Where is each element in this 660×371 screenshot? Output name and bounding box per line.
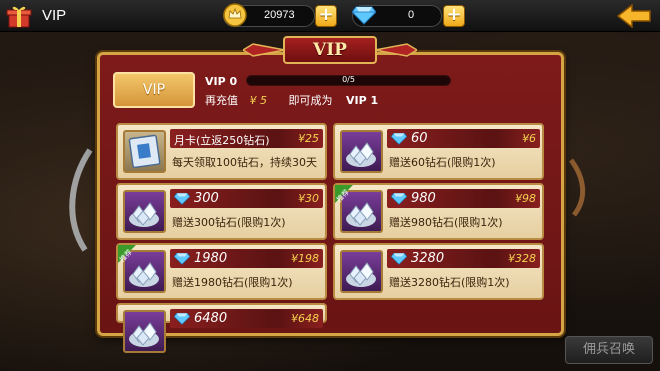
item-price: ¥198 — [291, 252, 319, 265]
add-diamond-button[interactable]: + — [443, 5, 465, 27]
item-header: 1980 ¥198 — [170, 249, 323, 268]
target-vip-level: VIP 1 — [346, 94, 379, 107]
vip-progress-text: 0/5 — [342, 75, 355, 84]
diamond-pile-icon — [123, 190, 166, 233]
gold-value: 20973 — [264, 9, 295, 21]
title-wing-left — [243, 43, 285, 57]
recharge-item-card[interactable]: 60 ¥6 赠送60钻石(限购1次) — [333, 123, 544, 180]
recharge-label: 再充值 — [205, 94, 238, 107]
current-vip-level: VIP 0 — [205, 75, 238, 88]
item-header: 6480 ¥648 — [170, 309, 323, 328]
item-price: ¥25 — [298, 132, 319, 145]
diamond-value: 0 — [408, 9, 415, 21]
vip-panel: VIP VIP 0 0/5 再充值 ¥ 5 即可成为 VIP 1 月卡(立返25… — [97, 52, 564, 353]
top-bar: VIP 20973 + 0 + — [0, 0, 660, 32]
item-description: 每天领取100钻石，持续30天 — [172, 156, 317, 169]
item-title: 60 — [411, 131, 428, 146]
mercenary-summon-button[interactable]: 佣兵召唤 — [565, 336, 653, 364]
item-price: ¥328 — [508, 252, 536, 265]
item-header: 3280 ¥328 — [387, 249, 540, 268]
diamond-icon — [174, 252, 190, 265]
item-title: 3280 — [411, 251, 445, 266]
month-card-icon — [123, 130, 166, 173]
gift-box-icon[interactable] — [6, 4, 32, 28]
item-description: 赠送980钻石(限购1次) — [389, 216, 503, 229]
item-price: ¥6 — [522, 132, 536, 145]
panel-title: VIP — [283, 36, 377, 64]
diamond-icon — [352, 6, 376, 25]
recharge-item-card[interactable]: 3280 ¥328 赠送3280钻石(限购1次) — [333, 243, 544, 300]
recharge-item-card[interactable]: 推荐 980 ¥98 赠送980钻石(限购1次) — [333, 183, 544, 240]
vip-progress-bar: 0/5 — [246, 75, 451, 86]
item-description: 赠送60钻石(限购1次) — [389, 156, 496, 169]
diamond-pile-icon — [340, 130, 383, 173]
add-gold-button[interactable]: + — [315, 5, 337, 27]
item-title: 6480 — [194, 311, 228, 326]
recommend-tag: 推荐 — [118, 245, 144, 271]
item-title: 980 — [411, 191, 436, 206]
diamond-icon — [174, 312, 190, 325]
side-decoration-left — [69, 148, 93, 252]
vip-badge: VIP — [113, 72, 195, 108]
item-title: 300 — [194, 191, 219, 206]
item-header: 60 ¥6 — [387, 129, 540, 148]
item-header: 300 ¥30 — [170, 189, 323, 208]
item-title: 1980 — [194, 251, 228, 266]
diamond-icon — [174, 192, 190, 205]
item-title: 月卡(立返250钻石) — [174, 134, 270, 147]
item-price: ¥98 — [515, 192, 536, 205]
back-arrow-icon[interactable] — [616, 4, 652, 28]
recharge-amount: ¥ 5 — [249, 94, 268, 107]
crown-coin-icon — [223, 3, 247, 27]
diamond-pile-icon — [340, 250, 383, 293]
recharge-hint: 再充值 ¥ 5 即可成为 VIP 1 — [205, 92, 386, 108]
item-description: 赠送3280钻石(限购1次) — [389, 276, 510, 289]
become-label: 即可成为 — [288, 94, 333, 107]
side-decoration-right — [568, 158, 586, 217]
recommend-tag: 推荐 — [335, 185, 361, 211]
page-title: VIP — [42, 7, 67, 24]
title-wing-right — [375, 43, 417, 57]
recharge-item-card[interactable]: 300 ¥30 赠送300钻石(限购1次) — [116, 183, 327, 240]
diamond-pile-icon — [123, 310, 166, 353]
item-price: ¥30 — [298, 192, 319, 205]
item-header: 月卡(立返250钻石) ¥25 — [170, 129, 323, 148]
diamond-icon — [391, 192, 407, 205]
item-header: 980 ¥98 — [387, 189, 540, 208]
recharge-item-card[interactable]: 6480 ¥648 — [116, 303, 327, 353]
item-price: ¥648 — [291, 312, 319, 325]
diamond-icon — [391, 252, 407, 265]
recharge-item-card[interactable]: 月卡(立返250钻石) ¥25 每天领取100钻石，持续30天 — [116, 123, 327, 180]
diamond-icon — [391, 132, 407, 145]
recharge-item-card[interactable]: 推荐 1980 ¥198 赠送1980钻石(限购1次) — [116, 243, 327, 300]
item-description: 赠送300钻石(限购1次) — [172, 216, 286, 229]
item-description: 赠送1980钻石(限购1次) — [172, 276, 293, 289]
